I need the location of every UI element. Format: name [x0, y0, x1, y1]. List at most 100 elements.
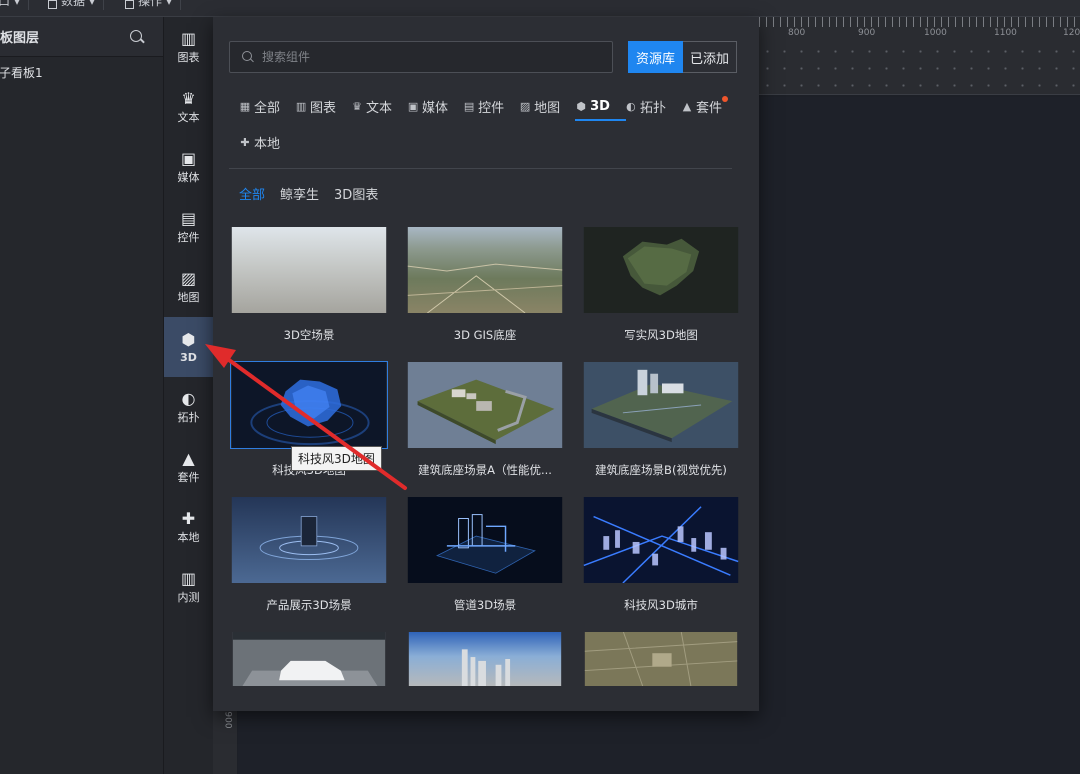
component-card-building-base-b[interactable]: 建筑底座场景B(视觉优先)	[582, 361, 740, 478]
component-card-building-base-a[interactable]: 建筑底座场景A（性能优...	[406, 361, 564, 478]
category-icon: ♛	[352, 99, 362, 113]
nav-item-6[interactable]: ◐ 拓扑	[164, 377, 213, 437]
card-title: 建筑底座场景A（性能优...	[418, 463, 552, 477]
search-icon	[242, 51, 254, 63]
component-card-car-scene[interactable]	[230, 631, 388, 700]
component-search-box[interactable]	[229, 41, 613, 73]
menu-window[interactable]: 窗口▾	[0, 0, 30, 10]
nav-item-label: 媒体	[177, 171, 200, 184]
category-tab-2[interactable]: ♛ 文本	[351, 95, 392, 117]
category-tab-label: 图表	[310, 100, 337, 116]
nav-item-0[interactable]: ▥ 图表	[164, 17, 213, 77]
thumbnail-gis-base	[407, 227, 563, 314]
database-icon	[48, 0, 57, 9]
menu-data[interactable]: 数据 ▾	[40, 0, 105, 10]
component-card-tech-3d-city[interactable]: 科技风3D城市	[582, 496, 740, 613]
nav-item-9[interactable]: ▥ 内测	[164, 557, 213, 617]
category-tab-9[interactable]: ✚ 本地	[239, 131, 280, 153]
added-components-button[interactable]: 已添加	[683, 41, 738, 73]
nav-item-4[interactable]: ▨ 地图	[164, 257, 213, 317]
category-tabs: ▦ 全部 ▥ 图表 ♛ 文本 ▣ 媒体 ▤ 控件 ▨ 地图 ⬢ 3D ◐ 拓扑 ▲ 套件 ✚ 本地	[239, 95, 739, 153]
category-tab-7[interactable]: ◐ 拓扑	[625, 95, 666, 117]
card-title: 产品展示3D场景	[266, 598, 352, 612]
thumbnail-tech-city	[583, 497, 739, 584]
nav-item-label: 本地	[177, 531, 200, 544]
component-card-3d-empty-scene[interactable]: 3D空场景	[230, 226, 388, 343]
category-tab-6[interactable]: ⬢ 3D	[575, 95, 626, 121]
nav-item-label: 控件	[177, 231, 200, 244]
category-tab-3[interactable]: ▣ 媒体	[407, 95, 448, 117]
thumbnail-aerial-town	[584, 631, 738, 687]
category-tab-label: 控件	[478, 100, 505, 116]
category-tab-label: 媒体	[422, 100, 449, 116]
nav-item-3[interactable]: ▤ 控件	[164, 197, 213, 257]
component-card-city-skyline[interactable]	[406, 631, 564, 700]
card-title: 写实风3D地图	[624, 328, 698, 342]
category-tab-label: 拓扑	[639, 100, 666, 116]
category-tab-label: 全部	[254, 100, 281, 116]
nav-item-2[interactable]: ▣ 媒体	[164, 137, 213, 197]
category-tab-0[interactable]: ▦ 全部	[239, 95, 280, 117]
component-category-nav: ▥ 图表 ♛ 文本 ▣ 媒体 ▤ 控件 ▨ 地图 ⬢ 3D ◐ 拓扑 ▲ 套件 ✚ 本地 ▥ 内测	[164, 17, 213, 774]
nav-item-8[interactable]: ✚ 本地	[164, 497, 213, 557]
thumbnail-car-showroom	[232, 632, 386, 686]
category-tab-4[interactable]: ▤ 控件	[463, 95, 504, 117]
menu-data-label: 数据	[61, 0, 86, 8]
resource-library-button[interactable]: 资源库	[628, 41, 684, 73]
horizontal-ruler: 800 900 1000 1100 1200	[759, 17, 1080, 95]
category-tab-label: 本地	[254, 136, 281, 152]
thumbnail-pipeline	[407, 497, 563, 583]
component-card-3d-gis-base[interactable]: 3D GIS底座	[406, 226, 564, 343]
category-icon: ✚	[240, 135, 250, 149]
sub-category-tabs: 全部 鲸孪生 3D图表	[239, 184, 378, 203]
nav-item-label: 地图	[177, 291, 200, 304]
ruler-tick: 1000	[924, 28, 947, 38]
nav-item-1[interactable]: ♛ 文本	[164, 77, 213, 137]
vertical-ruler: 900	[213, 707, 237, 774]
top-menu-bar: 窗口▾ 数据▾ 操作▾	[0, 0, 1080, 17]
grid-icon	[125, 0, 134, 9]
category-tab-8[interactable]: ▲ 套件	[681, 95, 728, 117]
category-tab-1[interactable]: ▥ 图表	[295, 95, 336, 117]
card-title: 3D空场景	[283, 328, 335, 342]
component-search-input[interactable]	[262, 50, 582, 64]
nav-item-5[interactable]: ⬢ 3D	[164, 317, 213, 377]
menu-operate-label: 操作	[138, 0, 163, 8]
ruler-tick: 1100	[994, 28, 1017, 38]
category-icon: ▲	[682, 99, 692, 113]
category-icon: ▨	[519, 99, 531, 113]
category-tab-5[interactable]: ▨ 地图	[519, 95, 560, 117]
thumbnail-city-skyline	[408, 632, 562, 686]
control-panel-icon: ▤	[180, 208, 197, 228]
nav-item-7[interactable]: ▲ 套件	[164, 437, 213, 497]
thumbnail-realistic-map	[583, 227, 739, 313]
card-tooltip: 科技风3D地图	[291, 446, 382, 471]
thumbnail-empty-scene	[231, 227, 387, 313]
card-title: 管道3D场景	[453, 598, 517, 612]
nav-item-label: 图表	[177, 51, 200, 64]
category-icon: ⬢	[576, 99, 586, 113]
library-source-toggle: 资源库 已添加	[628, 41, 738, 73]
puzzle-local-icon: ✚	[181, 508, 196, 528]
thumbnail-building-a	[407, 362, 563, 448]
ruler-tick: 900	[858, 28, 876, 38]
category-icon: ▤	[463, 99, 475, 113]
menu-operate[interactable]: 操作 ▾	[117, 0, 182, 10]
map-icon: ▨	[180, 268, 197, 288]
layer-item[interactable]: 电子看板1	[0, 57, 163, 81]
component-card-pipeline-scene[interactable]: 管道3D场景	[406, 496, 564, 613]
sub-tab-1[interactable]: 鲸孪生	[280, 184, 319, 203]
menu-window-label: 窗口	[0, 0, 10, 10]
sub-tab-0[interactable]: 全部	[239, 184, 265, 203]
component-card-product-display-scene[interactable]: 产品展示3D场景	[230, 496, 388, 613]
nav-item-label: 3D	[180, 350, 197, 364]
component-card-realistic-3d-map[interactable]: 写实风3D地图	[582, 226, 740, 343]
component-card-aerial-town[interactable]	[582, 631, 740, 700]
ruler-tick: 900	[222, 711, 233, 729]
divider	[229, 168, 732, 169]
search-icon[interactable]	[129, 29, 145, 45]
video-camera-icon: ▣	[180, 148, 197, 168]
component-library-panel: 资源库 已添加 ▦全部 ▥图表 ♛文本 ▣媒体 ▤控件 ▨地图 ⬢3D◐拓扑 ▲套件 ✚ 本地 全…	[213, 17, 759, 711]
sub-tab-2[interactable]: 3D图表	[334, 184, 378, 203]
card-title: 科技风3D城市	[624, 598, 698, 612]
